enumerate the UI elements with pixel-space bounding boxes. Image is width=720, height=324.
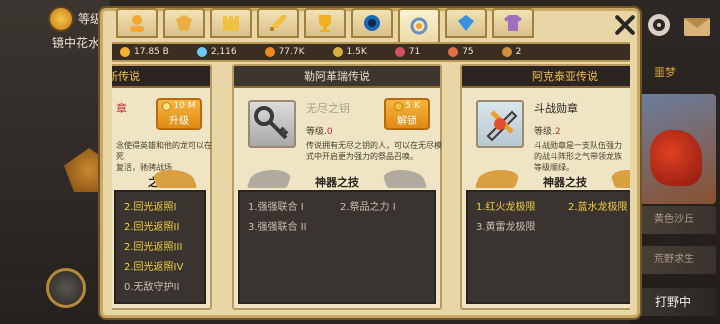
skill-item: 0.无敌守护II [124,282,180,293]
shirt-icon [504,15,522,31]
skill-item: 1.红火龙极限 [476,202,536,213]
list-item-label: 黄色沙丘 [654,214,694,225]
tab-gem[interactable] [445,8,487,38]
resource-item: 2 [501,47,522,57]
medal-icon[interactable] [476,100,524,148]
upgrade-label: 升级 [169,116,189,127]
crest-icon [176,15,192,31]
tab-shirt[interactable] [492,8,534,38]
spark-icon [448,47,459,57]
resource-item: 75 [448,47,474,57]
resource-item: 71 [394,47,421,57]
key-icon[interactable] [248,100,296,148]
skill-item: 2.祭品之力 I [340,202,396,213]
skill-item: 3.强强联合 II [248,222,307,233]
column-title: 勒阿革瑞传说 [234,66,440,88]
resource-item: 2,116 [196,47,237,57]
relic-icon [410,17,428,35]
orange-coin-icon [264,47,275,57]
right-sidebar: 噩梦 黄色沙丘 荒野求生 打野中 [630,0,720,324]
resource-value: 75 [462,47,474,57]
level-label: 等级 [78,12,103,26]
skill-item: 3.黄雷龙极限 [476,222,536,233]
resource-item: 77.7K [264,47,305,57]
resource-bar: 17.85 B 2,116 77.7K 1.5K 71 75 2 [112,42,630,62]
location-label: 镜中花水 [52,36,101,50]
gear-icon[interactable] [648,14,670,36]
item-name: 章 [116,102,127,115]
resource-item: 1.5K [332,47,367,57]
skill-item: 1.强强联合 I [248,202,304,213]
item-name: 斗战勋章 [534,102,578,115]
resource-value: 17.85 B [134,47,169,57]
item-desc: 斗战勋章是一支队伍强力 的战斗阵形之气带领龙族 等级顺绿。 [534,141,622,172]
tab-sword[interactable] [257,8,299,38]
gem-icon [458,15,474,31]
upgrade-cost: 10 M [158,101,200,111]
sword-icon [270,15,286,31]
resource-value: 1.5K [346,47,367,57]
resource-item: 17.85 B [120,47,169,57]
orb-icon [364,15,380,31]
wild-status-button[interactable]: 打野中 [630,288,716,316]
resource-value: 2,116 [210,47,237,57]
unlock-cost: 5 K [386,101,428,111]
coin-icon [162,101,172,111]
item-name: 无尽之钥 [306,102,350,115]
tab-trophy[interactable] [304,8,346,38]
skill-list: 1.红火龙极限 3.黄雷龙极限 2.蓝水龙极限 [466,190,630,304]
trophy-icon [319,15,331,32]
list-item[interactable]: 黄色沙丘 [632,206,716,234]
tab-castle[interactable] [210,8,252,38]
skill-list: 2.回光返照I 2.回光返照II 2.回光返照III 2.回光返照IV 0.无敌… [114,190,206,304]
skill-item: 2.回光返照I [124,202,177,213]
tab-hero[interactable] [116,8,158,38]
skill-list: 1.强强联合 I 3.强强联合 II 2.祭品之力 I [238,190,436,304]
column-title: 新传说 [112,66,210,88]
upgrade-button[interactable]: 10 M 升级 [156,98,202,130]
medal-icon [501,47,512,57]
item-level: 等级.2 [534,127,561,137]
resource-value: 71 [408,47,421,57]
left-sidebar: 等级 镜中花水 [0,0,114,324]
legend-column-mid: 勒阿革瑞传说 无尽之钥 等级.0 5 K 解锁 传说拥有无尽之钥的人，可以在无尽… [232,64,442,310]
list-item[interactable]: 荒野求生 [632,246,716,274]
item-desc: 传说拥有无尽之钥的人，可以在无尽模 式中开启更为强力的祭品召唤。 [306,141,442,161]
skill-title: 神器之技 [543,176,587,189]
item-level: 等级.0 [306,127,333,137]
guild-emblem-icon[interactable] [46,268,86,308]
item-desc: 念使得英雄和他的龙可以在死 复活，驰骋战场 [116,141,212,172]
resource-value: 77.7K [278,47,305,57]
star-badge-icon [394,101,404,111]
hero-icon [130,15,144,32]
player-avatar-icon[interactable] [48,6,74,32]
dream-label: 噩梦 [654,66,676,79]
star-badge-icon [332,47,343,57]
legend-column-left: 新传说 章 10 M 升级 念使得英雄和他的龙可以在死 复活，驰骋战场 之技 2… [112,64,212,310]
castle-icon [223,16,239,31]
resource-value: 2 [515,47,522,57]
gold-coin-icon [120,47,130,57]
list-item-label: 荒野求生 [654,254,694,265]
dragon-icon [650,130,702,186]
tab-orb[interactable] [351,8,393,38]
tab-crest[interactable] [163,8,205,38]
unlock-button[interactable]: 5 K 解锁 [384,98,430,130]
diamond-icon [196,47,207,57]
skill-item: 2.回光返照II [124,222,180,233]
skill-item: 2.回光返照III [124,242,183,253]
rune-icon [394,47,405,57]
tab-relic[interactable] [398,8,440,42]
tab-bar [116,8,534,42]
mail-icon[interactable] [684,18,710,36]
unlock-label: 解锁 [397,116,417,127]
close-icon[interactable] [612,12,638,38]
legend-column-right: 阿克泰亚传说 斗战勋章 等级.2 斗战勋章是一支队伍强力 的战斗阵形之气带领龙族… [460,64,630,310]
wing-icon [380,170,428,188]
column-title: 阿克泰亚传说 [462,66,630,88]
skill-item: 2.回光返照IV [124,262,184,273]
artifact-columns: 新传说 章 10 M 升级 念使得英雄和他的龙可以在死 复活，驰骋战场 之技 2… [112,62,630,312]
skill-item: 2.蓝水龙极限 [568,202,628,213]
